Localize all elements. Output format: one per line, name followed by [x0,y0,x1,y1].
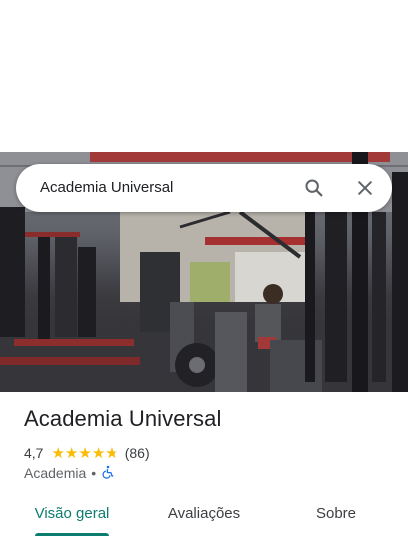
rating-row[interactable]: 4,7 ★ ★ ★ ★ ★ ★ (86) [24,444,150,462]
tab-reviews[interactable]: Avaliações [158,496,250,532]
rating-stars: ★ ★ ★ ★ ★ ★ [51,446,118,461]
category-label: Academia [24,465,87,481]
search-icon[interactable] [298,172,330,204]
star-icon: ★ [78,444,92,462]
tab-bar: Visão geral Avaliações Sobre [0,496,408,544]
search-input[interactable]: Academia Universal [40,164,173,212]
active-tab-indicator [35,533,109,536]
star-icon: ★ [91,444,106,462]
place-screen: Academia Universal Academia Universal 4,… [0,0,408,544]
rating-value: 4,7 [24,445,44,461]
close-icon[interactable] [349,172,381,204]
reviews-count[interactable]: (86) [125,445,150,461]
tab-overview[interactable]: Visão geral [28,496,116,532]
half-star-icon: ★ ★ [105,444,119,462]
category-row: Academia • [24,464,115,482]
star-icon: ★ [51,444,65,462]
separator-dot: • [91,465,97,481]
tab-about[interactable]: Sobre [300,496,372,532]
search-bar[interactable]: Academia Universal [16,164,392,212]
wheelchair-icon[interactable] [101,465,115,482]
place-title: Academia Universal [24,406,222,431]
star-icon: ★ [64,444,79,462]
